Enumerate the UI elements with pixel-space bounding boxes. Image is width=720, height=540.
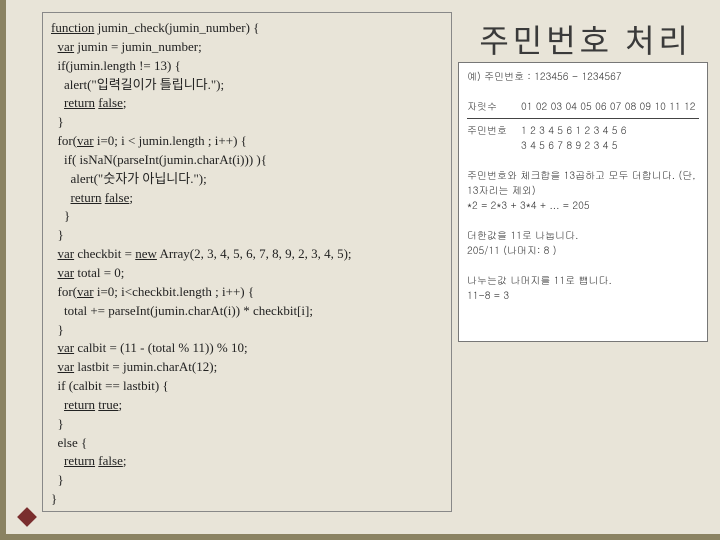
- code-text: calbit = (11 - (total % 11)) % 10;: [74, 340, 248, 355]
- example-formula: 11-8 = 3: [467, 288, 699, 303]
- table-row: 3 4 5 6 7 8 9 2 3 4 5: [467, 138, 699, 153]
- code-text: i=0; i < jumin.length ; i++) {: [94, 133, 247, 148]
- keyword: var: [77, 133, 94, 148]
- keyword: false: [98, 95, 123, 110]
- table-row: 주민번호 1 2 3 4 5 6 1 2 3 4 5 6: [467, 123, 699, 138]
- keyword: function: [51, 20, 94, 35]
- keyword: return: [64, 95, 95, 110]
- code-text: [51, 453, 64, 468]
- example-formula: 205/11 (나머지: 8 ): [467, 243, 699, 258]
- keyword: var: [58, 340, 75, 355]
- code-text: if( isNaN(parseInt(jumin.charAt(i))) ){: [51, 152, 267, 167]
- slide-title: 주민번호 처리: [479, 16, 692, 62]
- row-values: 3 4 5 6 7 8 9 2 3 4 5: [521, 138, 617, 153]
- keyword: var: [58, 246, 75, 261]
- example-box: 예) 주민번호 : 123456 - 1234567 자릿수 01 02 03 …: [458, 62, 708, 342]
- code-text: for(: [51, 284, 77, 299]
- code-text: }: [51, 227, 64, 242]
- code-text: Array(2, 3, 4, 5, 6, 7, 8, 9, 2, 3, 4, 5…: [157, 246, 352, 261]
- row-label: [467, 138, 515, 153]
- example-note: 나누는값 나머지를 11로 뺍니다.: [467, 273, 699, 288]
- example-note: 주민번호와 체크합을 13곱하고 모두 더합니다. (단, 13자리는 제외): [467, 168, 699, 198]
- code-text: checkbit =: [74, 246, 135, 261]
- code-text: }: [51, 322, 64, 337]
- keyword: true: [98, 397, 118, 412]
- slide-root: 주민번호 처리 function jumin_check(jumin_numbe…: [0, 0, 720, 540]
- keyword: var: [58, 359, 75, 374]
- code-text: ;: [129, 190, 133, 205]
- code-text: for(: [51, 133, 77, 148]
- code-text: total = 0;: [74, 265, 124, 280]
- code-text: }: [51, 472, 64, 487]
- example-note: 더한값을 11로 나눕니다.: [467, 228, 699, 243]
- code-text: }: [51, 208, 70, 223]
- code-text: if(jumin.length != 13) {: [51, 58, 181, 73]
- code-text: alert("입력길이가 틀립니다.");: [51, 77, 224, 92]
- code-box: function jumin_check(jumin_number) { var…: [42, 12, 452, 512]
- code-text: }: [51, 491, 57, 506]
- code-text: }: [51, 114, 64, 129]
- example-formula: *2 = 2*3 + 3*4 + ... = 205: [467, 198, 699, 213]
- code-text: else {: [51, 435, 87, 450]
- keyword: return: [64, 397, 95, 412]
- keyword: new: [135, 246, 157, 261]
- code-text: [51, 397, 64, 412]
- code-text: ;: [123, 95, 127, 110]
- code-text: jumin = jumin_number;: [74, 39, 202, 54]
- keyword: false: [98, 453, 123, 468]
- code-text: jumin_check(jumin_number) {: [94, 20, 259, 35]
- code-text: i=0; i<checkbit.length ; i++) {: [94, 284, 254, 299]
- keyword: return: [71, 190, 102, 205]
- row-values: 01 02 03 04 05 06 07 08 09 10 11 12: [521, 99, 695, 114]
- code-text: ;: [123, 453, 127, 468]
- divider: [467, 118, 699, 119]
- keyword: var: [58, 265, 75, 280]
- corner-decoration-icon: [17, 507, 37, 527]
- keyword: var: [58, 39, 75, 54]
- code-text: [51, 190, 71, 205]
- keyword: return: [64, 453, 95, 468]
- row-values: 1 2 3 4 5 6 1 2 3 4 5 6: [521, 123, 627, 138]
- code-text: [51, 95, 64, 110]
- code-text: if (calbit == lastbit) {: [51, 378, 169, 393]
- code-text: total += parseInt(jumin.charAt(i)) * che…: [51, 303, 313, 318]
- code-text: alert("숫자가 아닙니다.");: [51, 171, 207, 186]
- code-text: lastbit = jumin.charAt(12);: [74, 359, 217, 374]
- keyword: false: [105, 190, 130, 205]
- code-text: ;: [119, 397, 123, 412]
- code-text: }: [51, 416, 64, 431]
- keyword: var: [77, 284, 94, 299]
- row-label: 자릿수: [467, 99, 515, 114]
- table-row: 자릿수 01 02 03 04 05 06 07 08 09 10 11 12: [467, 99, 699, 114]
- row-label: 주민번호: [467, 123, 515, 138]
- example-header: 예) 주민번호 : 123456 - 1234567: [467, 69, 699, 84]
